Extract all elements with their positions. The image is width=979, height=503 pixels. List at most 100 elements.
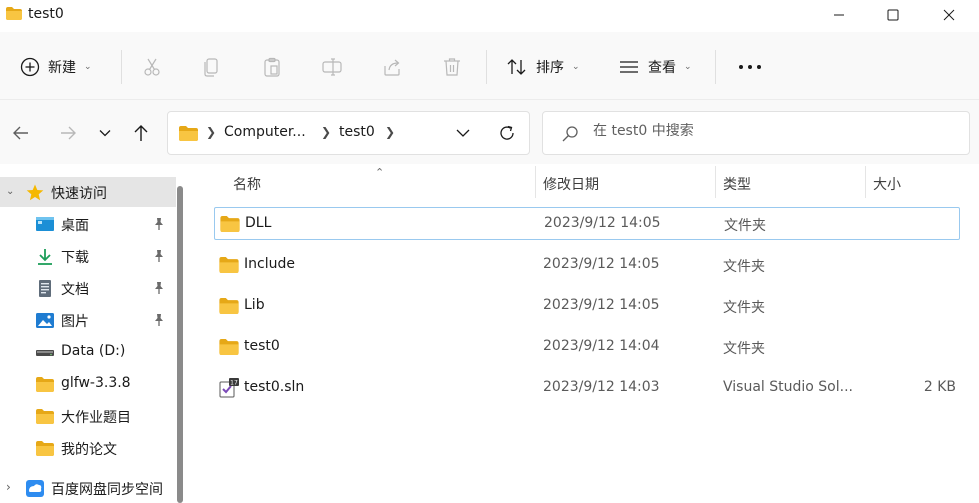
sidebar-item-label: 百度网盘同步空间 — [51, 482, 163, 498]
more-options-button[interactable] — [736, 56, 764, 78]
view-button[interactable]: 查看 ⌄ — [612, 49, 698, 85]
pin-icon[interactable] — [152, 281, 166, 295]
file-row[interactable]: 17 test0.sln 2023/9/12 14:03 Visual Stud… — [214, 372, 960, 405]
pin-icon[interactable] — [152, 249, 166, 263]
close-button[interactable] — [926, 0, 972, 30]
visual-studio-solution-icon: 17 — [219, 378, 239, 398]
scrollbar-thumb[interactable] — [177, 186, 183, 503]
breadcrumb-computer[interactable]: Computer... — [224, 124, 306, 140]
column-header-type[interactable]: 类型 — [723, 174, 751, 194]
more-icon — [739, 65, 761, 69]
baidu-netdisk-icon — [26, 480, 44, 497]
paste-button[interactable] — [261, 56, 283, 78]
view-list-icon — [620, 61, 638, 73]
copy-button[interactable] — [201, 56, 223, 78]
pin-icon[interactable] — [152, 217, 166, 231]
rename-button[interactable] — [321, 56, 343, 78]
download-icon — [38, 249, 52, 265]
folder-icon — [6, 7, 22, 20]
delete-button[interactable] — [441, 56, 463, 78]
folder-icon — [36, 409, 54, 424]
column-header-modified[interactable]: 修改日期 — [543, 174, 599, 194]
sidebar-item-assignments[interactable]: 大作业题目 — [0, 401, 176, 431]
sort-button[interactable]: 排序 ⌄ — [500, 49, 586, 85]
sidebar-scrollbar[interactable] — [176, 186, 184, 503]
search-box[interactable] — [542, 111, 970, 155]
breadcrumb-separator-icon[interactable]: ❯ — [321, 125, 331, 139]
address-bar[interactable]: ❯ Computer... ❯ test0 ❯ — [167, 111, 530, 155]
rename-icon — [322, 58, 342, 76]
drive-icon — [36, 350, 54, 356]
file-row[interactable]: Lib 2023/9/12 14:05 文件夹 — [214, 290, 960, 323]
chevron-down-icon[interactable] — [455, 125, 471, 141]
sidebar-item-label: glfw-3.3.8 — [61, 375, 131, 391]
scissors-icon — [144, 58, 160, 76]
breadcrumb-separator-icon[interactable]: ❯ — [385, 125, 395, 139]
file-row[interactable]: test0 2023/9/12 14:04 文件夹 — [214, 331, 960, 364]
sidebar-item-downloads[interactable]: 下载 — [0, 241, 176, 271]
pin-icon[interactable] — [152, 313, 166, 327]
share-button[interactable] — [381, 56, 403, 78]
chevron-down-icon[interactable]: ⌄ — [6, 186, 14, 197]
sidebar-item-baidu-sync[interactable]: › 百度网盘同步空间 — [0, 473, 176, 503]
sidebar-item-glfw[interactable]: glfw-3.3.8 — [0, 369, 176, 399]
title-bar: test0 — [0, 0, 979, 32]
sidebar-item-label: 大作业题目 — [61, 410, 131, 426]
chevron-right-icon[interactable]: › — [6, 480, 11, 494]
file-row[interactable]: DLL 2023/9/12 14:05 文件夹 — [214, 207, 960, 240]
toolbar-divider — [121, 50, 122, 84]
breadcrumb-separator-icon[interactable]: ❯ — [206, 125, 216, 139]
column-divider[interactable] — [535, 166, 536, 198]
sidebar-item-quick-access[interactable]: ⌄ 快速访问 — [0, 177, 176, 207]
column-header-name[interactable]: 名称 — [233, 174, 261, 194]
file-type: 文件夹 — [723, 300, 765, 316]
maximize-button[interactable] — [870, 0, 916, 30]
file-name: Include — [244, 256, 295, 272]
file-modified: 2023/9/12 14:05 — [543, 297, 660, 313]
desktop-icon — [36, 217, 54, 231]
navigation-bar: ❯ Computer... ❯ test0 ❯ — [0, 100, 979, 164]
column-header-size[interactable]: 大小 — [873, 174, 901, 194]
arrow-left-icon — [13, 126, 28, 140]
folder-icon — [219, 339, 239, 355]
file-modified: 2023/9/12 14:05 — [543, 256, 660, 272]
file-row[interactable]: Include 2023/9/12 14:05 文件夹 — [214, 249, 960, 282]
copy-icon — [204, 58, 218, 77]
sidebar-item-pictures[interactable]: 图片 — [0, 305, 176, 335]
folder-icon — [219, 298, 239, 314]
column-divider[interactable] — [715, 166, 716, 198]
sidebar-item-label: Data (D:) — [61, 343, 126, 359]
new-button[interactable]: 新建 ⌄ — [10, 49, 102, 85]
folder-icon — [219, 257, 239, 273]
refresh-icon[interactable] — [497, 123, 517, 143]
minimize-button[interactable] — [816, 0, 862, 30]
search-input[interactable] — [593, 123, 953, 139]
breadcrumb-test0[interactable]: test0 — [339, 124, 375, 140]
column-header: 名称 修改日期 类型 大小 — [200, 164, 979, 200]
file-name: test0.sln — [244, 379, 305, 395]
navigation-pane: ⌄ 快速访问 桌面 下载 文档 图片 Data (D:) glfw-3.3.8 … — [0, 170, 190, 503]
trash-icon — [444, 58, 460, 76]
file-modified: 2023/9/12 14:04 — [543, 338, 660, 354]
sidebar-item-papers[interactable]: 我的论文 — [0, 433, 176, 463]
recent-locations-button[interactable] — [93, 121, 117, 145]
sidebar-item-desktop[interactable]: 桌面 — [0, 209, 176, 239]
sidebar-item-label: 桌面 — [61, 218, 89, 234]
document-icon — [39, 280, 51, 297]
toolbar-divider — [486, 50, 487, 84]
sidebar-item-data-drive[interactable]: Data (D:) — [0, 337, 176, 367]
back-button[interactable] — [9, 121, 33, 145]
folder-icon — [220, 216, 240, 232]
sidebar-item-label: 图片 — [61, 314, 89, 330]
plus-circle-icon — [20, 57, 40, 77]
column-divider[interactable] — [865, 166, 866, 198]
sort-label: 排序 — [536, 60, 564, 76]
new-button-label: 新建 — [48, 60, 76, 76]
cut-button[interactable] — [141, 56, 163, 78]
sidebar-item-documents[interactable]: 文档 — [0, 273, 176, 303]
up-button[interactable] — [129, 121, 153, 145]
file-type: 文件夹 — [724, 218, 766, 234]
chevron-down-icon — [99, 130, 111, 137]
forward-button[interactable] — [56, 121, 80, 145]
clipboard-icon — [264, 57, 280, 77]
